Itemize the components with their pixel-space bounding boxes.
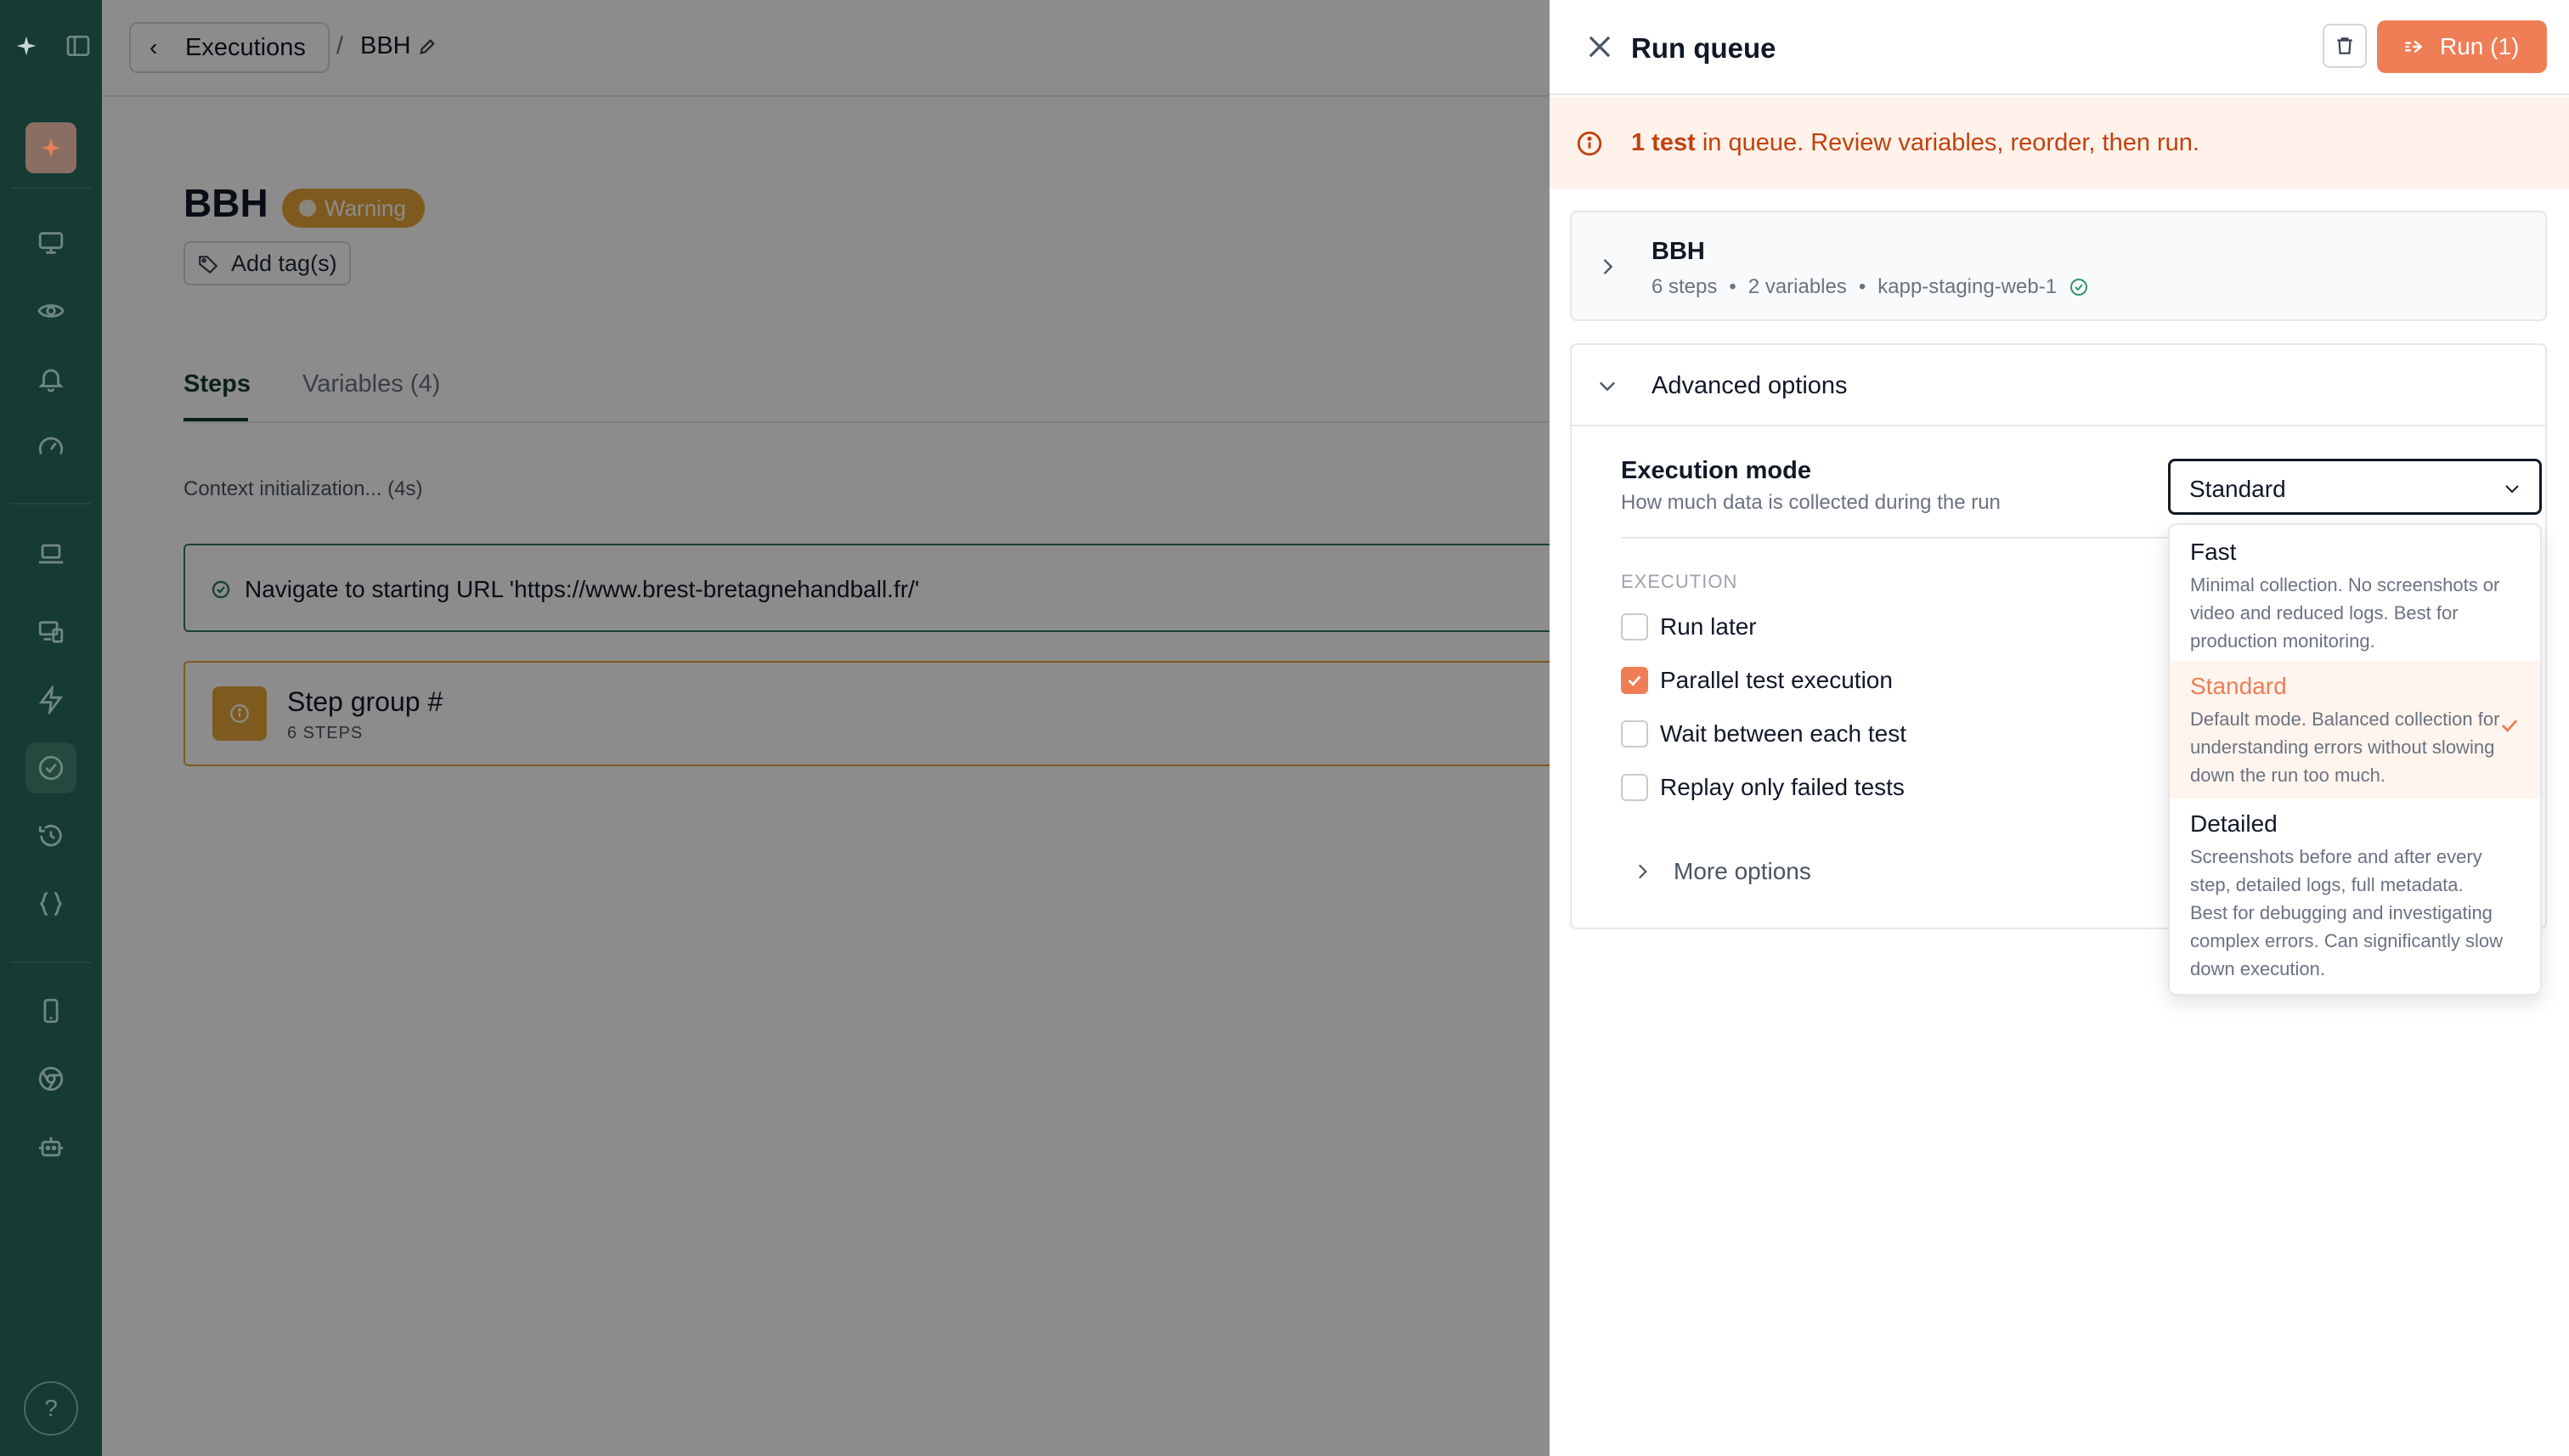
chevron-down-icon: [2505, 485, 2519, 494]
meta-separator: •: [1858, 275, 1866, 298]
queued-test-meta: 6 steps • 2 variables • kapp-staging-web…: [1652, 275, 2089, 299]
sidebar-divider: [10, 187, 92, 189]
replay-failed-option[interactable]: Replay only failed tests: [1621, 770, 1905, 804]
queued-test-card[interactable]: BBH 6 steps • 2 variables • kapp-staging…: [1570, 211, 2547, 321]
laptop-icon[interactable]: [25, 528, 76, 579]
mode-option-standard[interactable]: Standard Default mode. Balanced collecti…: [2170, 661, 2540, 799]
bell-icon[interactable]: [25, 353, 76, 404]
advanced-options-header[interactable]: Advanced options: [1572, 345, 2545, 426]
run-button[interactable]: Run (1): [2377, 20, 2547, 73]
queue-count: 1 test: [1631, 129, 1696, 156]
replay-failed-checkbox[interactable]: [1621, 774, 1648, 801]
chevron-down-icon: [1600, 381, 1615, 392]
help-icon[interactable]: ?: [24, 1381, 78, 1436]
check-icon: [1628, 675, 1641, 686]
run-later-label: Run later: [1660, 613, 1757, 640]
parallel-execution-label: Parallel test execution: [1660, 667, 1893, 693]
mode-option-description: Screenshots before and after every step,…: [2190, 846, 2504, 979]
execution-section-label: EXECUTION: [1621, 571, 1738, 592]
chrome-icon[interactable]: [25, 1053, 76, 1104]
parallel-execution-option[interactable]: Parallel test execution: [1621, 663, 1893, 697]
run-later-option[interactable]: Run later: [1621, 610, 1757, 644]
run-icon: [2405, 40, 2423, 54]
robot-icon[interactable]: [25, 1121, 76, 1172]
sidebar: ?: [0, 0, 102, 1456]
sidebar-divider: [10, 962, 92, 963]
logo-icon[interactable]: [14, 33, 39, 63]
chevron-right-icon: [1638, 864, 1647, 879]
close-icon[interactable]: [1584, 31, 1616, 63]
mode-option-name: Standard: [2190, 673, 2287, 699]
execution-mode-select[interactable]: Standard: [2168, 459, 2542, 515]
info-icon: [1577, 131, 1602, 156]
queued-test-name: BBH: [1652, 238, 1705, 265]
drawer-title: Run queue: [1631, 32, 1776, 64]
check-circle-icon: [2070, 279, 2088, 296]
mode-option-fast[interactable]: Fast Minimal collection. No screenshots …: [2170, 525, 2540, 661]
devices-icon[interactable]: [25, 607, 76, 657]
chevron-right-icon[interactable]: [1595, 255, 1619, 279]
sidebar-divider: [10, 503, 92, 505]
queue-info-banner: 1 test in queue. Review variables, reord…: [1550, 97, 2569, 189]
test-steps-count: 6 steps: [1652, 275, 1718, 298]
queue-info-rest: in queue. Review variables, reorder, the…: [1695, 129, 2199, 156]
check-icon: [2501, 720, 2518, 732]
wait-between-checkbox[interactable]: [1621, 720, 1648, 748]
test-environment: kapp-staging-web-1: [1877, 275, 2058, 298]
mode-option-description: Minimal collection. No screenshots or vi…: [2190, 574, 2500, 652]
run-later-checkbox[interactable]: [1621, 613, 1648, 641]
mode-option-description: Default mode. Balanced collection for un…: [2190, 708, 2500, 786]
more-options-label: More options: [1674, 858, 1811, 884]
bolt-icon[interactable]: [25, 674, 76, 725]
monitor-icon[interactable]: [25, 217, 76, 268]
gauge-icon[interactable]: [25, 421, 76, 472]
execution-mode-dropdown: Fast Minimal collection. No screenshots …: [2168, 523, 2542, 996]
meta-separator: •: [1729, 275, 1736, 298]
execution-mode-value: Standard: [2189, 476, 2286, 502]
sidebar-top: [14, 31, 92, 65]
check-circle-icon[interactable]: [25, 742, 76, 793]
braces-icon[interactable]: [25, 878, 76, 929]
clear-queue-button[interactable]: [2323, 24, 2367, 68]
test-variables-count: 2 variables: [1747, 275, 1847, 298]
mode-option-name: Detailed: [2190, 810, 2278, 837]
eye-icon[interactable]: [25, 285, 76, 336]
advanced-options-title: Advanced options: [1652, 372, 1848, 399]
run-button-label: Run (1): [2440, 33, 2520, 59]
execution-mode-description: How much data is collected during the ru…: [1621, 491, 2001, 514]
mode-option-name: Fast: [2190, 539, 2237, 565]
advanced-options-panel: Advanced options Execution mode How much…: [1570, 343, 2547, 996]
phone-icon[interactable]: [25, 985, 76, 1036]
replay-failed-label: Replay only failed tests: [1660, 774, 1905, 800]
queue-info-text: 1 test in queue. Review variables, reord…: [1631, 129, 2199, 157]
wait-between-label: Wait between each test: [1660, 720, 1907, 747]
run-queue-drawer: Run queue Run (1) 1 test in queue. Revie…: [1550, 0, 2569, 1456]
trash-icon: [2337, 37, 2352, 54]
mode-option-detailed[interactable]: Detailed Screenshots before and after ev…: [2170, 799, 2540, 994]
drawer-header: Run queue Run (1): [1550, 0, 2569, 95]
wait-between-option[interactable]: Wait between each test: [1621, 717, 1906, 751]
history-icon[interactable]: [25, 810, 76, 861]
more-options-toggle[interactable]: More options: [1631, 855, 1811, 889]
panel-toggle-icon[interactable]: [65, 32, 92, 64]
execution-mode-label: Execution mode: [1621, 457, 1811, 484]
parallel-execution-checkbox[interactable]: [1621, 667, 1648, 694]
workspace-avatar[interactable]: [25, 122, 76, 173]
modal-overlay[interactable]: [102, 0, 1652, 1456]
